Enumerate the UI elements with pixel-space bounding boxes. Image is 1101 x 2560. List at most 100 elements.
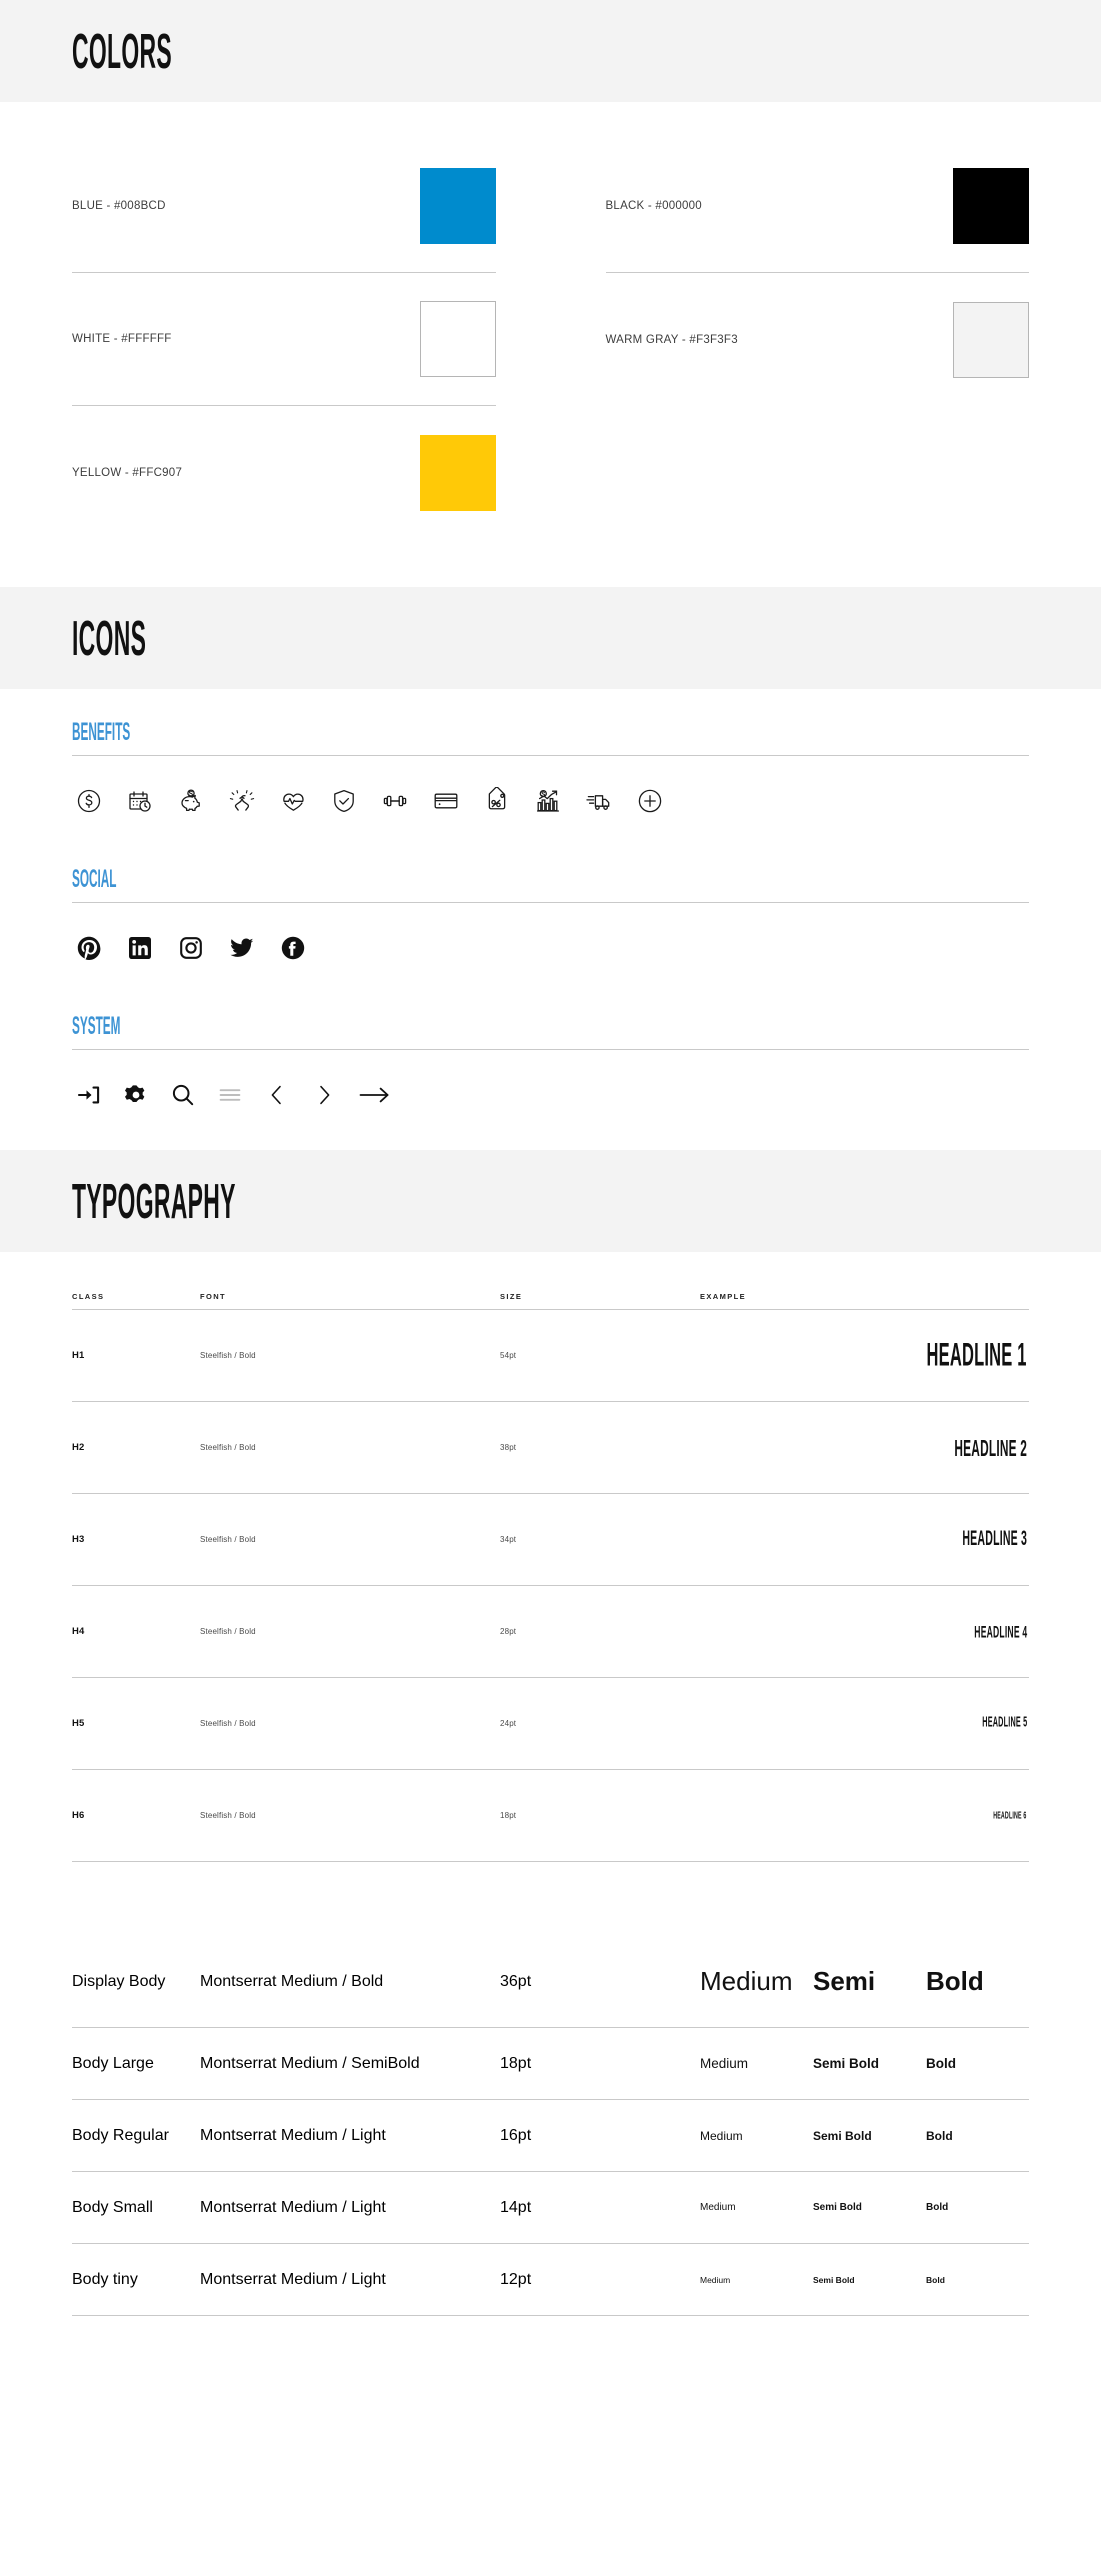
typo-weight-samples: Medium Semi Bold Bold <box>700 2202 1029 2213</box>
weight-sample-semibold: Semi Bold <box>813 2056 880 2071</box>
typo-class: H1 <box>72 1350 85 1361</box>
weight-sample-semibold: Semi <box>813 1966 876 1996</box>
search-icon[interactable] <box>166 1078 200 1112</box>
typo-size: 28pt <box>500 1627 517 1636</box>
chevron-left-icon[interactable] <box>260 1078 294 1112</box>
weight-sample-semibold: Semi Bold <box>813 2202 862 2213</box>
typo-class: H4 <box>72 1626 85 1637</box>
table-row: H3 Steelfish / Bold 34pt HEADLINE 3 <box>72 1494 1029 1586</box>
weight-sample-semibold: Semi Bold <box>813 2274 855 2285</box>
credit-card-icon[interactable] <box>429 784 463 818</box>
growth-chart-icon[interactable] <box>531 784 565 818</box>
social-icon-row <box>72 931 1029 965</box>
column-header-class: CLASS <box>72 1292 105 1301</box>
typo-class: Display Body <box>72 1972 166 1990</box>
divider <box>72 1049 1029 1050</box>
facebook-icon[interactable] <box>276 931 310 965</box>
typo-weight-samples: Medium Semi Bold Bold <box>700 2275 1029 2285</box>
typo-class: Body Large <box>72 2054 154 2072</box>
typo-example: HEADLINE 2 <box>954 1434 1027 1461</box>
typo-weight-samples: Medium Semi Bold Bold <box>700 2056 1029 2071</box>
gear-icon[interactable] <box>119 1078 153 1112</box>
plus-circle-icon[interactable] <box>633 784 667 818</box>
typo-example: HEADLINE 6 <box>993 1809 1027 1821</box>
typo-example: HEADLINE 5 <box>981 1715 1027 1731</box>
divider <box>72 755 1029 756</box>
color-row-white: WHITE - #FFFFFF <box>72 273 496 406</box>
table-row: H1 Steelfish / Bold 54pt HEADLINE 1 <box>72 1310 1029 1402</box>
typo-example-cell: HEADLINE 5 <box>700 1715 1029 1731</box>
typo-example-cell: HEADLINE 1 <box>700 1339 1029 1372</box>
typo-size: 36pt <box>500 1972 532 1990</box>
icons-section-body: BENEFITS SOCIAL SYSTEM <box>0 689 1101 1150</box>
color-label: YELLOW - #FFC907 <box>72 466 183 479</box>
dumbbell-icon[interactable] <box>378 784 412 818</box>
typo-example-cell: HEADLINE 3 <box>700 1528 1029 1549</box>
typo-size: 12pt <box>500 2270 532 2288</box>
sign-in-icon[interactable] <box>72 1078 106 1112</box>
typo-size: 16pt <box>500 2126 532 2144</box>
typo-example-cell: HEADLINE 2 <box>700 1434 1029 1461</box>
typo-class: Body Regular <box>72 2126 169 2144</box>
twitter-icon[interactable] <box>225 931 259 965</box>
icons-section-banner: ICONS <box>0 587 1101 689</box>
weight-sample-semibold: Semi Bold <box>813 2128 872 2143</box>
typo-size: 14pt <box>500 2198 532 2216</box>
weight-sample-medium: Medium <box>700 2202 736 2213</box>
calendar-clock-icon[interactable] <box>123 784 157 818</box>
color-label: WHITE - #FFFFFF <box>72 333 172 345</box>
color-swatch-warm-gray <box>953 301 1029 378</box>
colors-grid: BLUE - #008BCD WHITE - #FFFFFF YELLOW - … <box>72 140 1029 539</box>
delivery-truck-icon[interactable] <box>582 784 616 818</box>
color-swatch-blue <box>419 168 496 244</box>
table-spacer <box>72 1862 1029 1936</box>
divider <box>72 902 1029 903</box>
typography-section-body: CLASS FONT SIZE EXAMPLE H1 Steelfish / B… <box>0 1252 1101 2376</box>
table-row: H6 Steelfish / Bold 18pt HEADLINE 6 <box>72 1770 1029 1862</box>
typography-table: CLASS FONT SIZE EXAMPLE H1 Steelfish / B… <box>72 1292 1029 2316</box>
heartbeat-icon[interactable] <box>276 784 310 818</box>
column-header-font: FONT <box>200 1292 227 1301</box>
icon-group-benefits: BENEFITS <box>72 718 1029 818</box>
weight-sample-medium: Medium <box>700 2128 743 2143</box>
table-row: H4 Steelfish / Bold 28pt HEADLINE 4 <box>72 1586 1029 1678</box>
icons-section-title: ICONS <box>72 610 147 666</box>
linkedin-icon[interactable] <box>123 931 157 965</box>
benefits-icon-row <box>72 784 1029 818</box>
hamburger-menu-icon[interactable] <box>213 1078 247 1112</box>
weight-sample-bold: Bold <box>926 2202 949 2213</box>
colors-column-right: BLACK - #000000 WARM GRAY - #F3F3F3 <box>605 140 1030 539</box>
weight-sample-medium: Medium <box>700 2274 731 2285</box>
typography-section-banner: TYPOGRAPHY <box>0 1150 1101 1252</box>
pinterest-icon[interactable] <box>72 931 106 965</box>
icon-group-title-system: SYSTEM <box>72 1012 121 1041</box>
handshake-icon[interactable] <box>225 784 259 818</box>
chevron-right-icon[interactable] <box>307 1078 341 1112</box>
color-swatch-white <box>419 301 496 377</box>
instagram-icon[interactable] <box>174 931 208 965</box>
arrow-right-icon[interactable] <box>354 1078 396 1112</box>
piggy-bank-icon[interactable] <box>174 784 208 818</box>
column-header-size: SIZE <box>500 1292 523 1301</box>
typo-font: Montserrat Medium / Bold <box>200 1972 384 1990</box>
weight-sample-bold: Bold <box>926 2274 945 2285</box>
weight-sample-bold: Bold <box>926 2128 953 2143</box>
typo-font: Montserrat Medium / Light <box>200 2270 386 2288</box>
icon-group-title-benefits: BENEFITS <box>72 718 131 747</box>
shield-check-icon[interactable] <box>327 784 361 818</box>
table-row: Body Regular Montserrat Medium / Light 1… <box>72 2100 1029 2172</box>
percent-tag-icon[interactable] <box>480 784 514 818</box>
typography-section-title: TYPOGRAPHY <box>72 1173 236 1229</box>
typo-font: Steelfish / Bold <box>200 1719 256 1728</box>
color-row-spacer <box>606 406 1030 539</box>
weight-sample-bold: Bold <box>926 1966 984 1996</box>
color-label: BLUE - #008BCD <box>72 200 166 212</box>
colors-section-title: COLORS <box>72 23 172 79</box>
dollar-circle-icon[interactable] <box>72 784 106 818</box>
typo-class: Body tiny <box>72 2270 138 2288</box>
typo-example: HEADLINE 4 <box>974 1621 1027 1642</box>
color-row-blue: BLUE - #008BCD <box>72 140 496 273</box>
table-row: H2 Steelfish / Bold 38pt HEADLINE 2 <box>72 1402 1029 1494</box>
typo-example-cell: HEADLINE 4 <box>700 1621 1029 1642</box>
typo-size: 54pt <box>500 1351 517 1360</box>
